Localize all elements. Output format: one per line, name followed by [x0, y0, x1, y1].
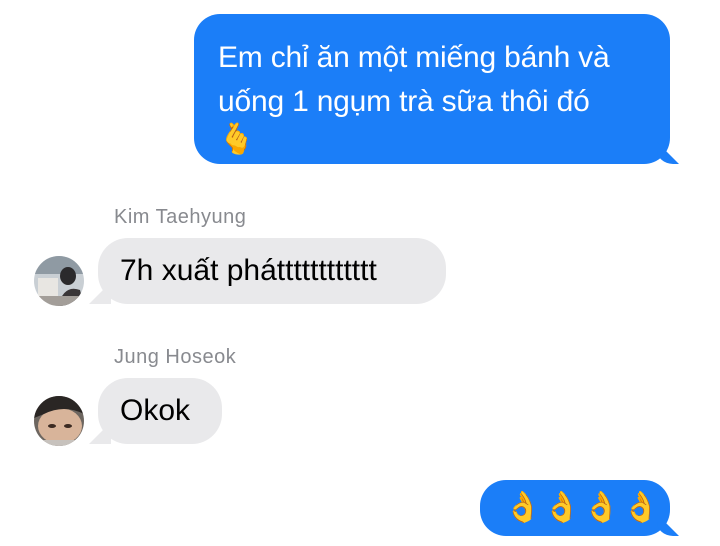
sender-name: Kim Taehyung	[114, 206, 247, 228]
ok-hand-icon: 👌👌👌👌	[504, 490, 662, 525]
bubble-tail	[657, 514, 679, 536]
bubble-tail	[657, 142, 679, 164]
message-text: Okok	[120, 394, 191, 427]
outgoing-emoji-bubble[interactable]: 👌👌👌👌	[480, 480, 679, 536]
finger-heart-icon: 🫰	[218, 122, 256, 157]
message-text: Em chỉ ăn một miếng bánh và uống 1 ngụm …	[218, 41, 610, 118]
sender-name: Jung Hoseok	[114, 346, 237, 368]
message-text: 7h xuất phátttttttttttt	[120, 254, 377, 287]
incoming-message-bubble[interactable]: Okok	[89, 378, 222, 444]
avatar-jung-hoseok[interactable]	[34, 396, 84, 446]
bubble-tail	[89, 282, 111, 304]
incoming-message-bubble[interactable]: 7h xuất phátttttttttttt	[89, 238, 446, 304]
bubble-tail	[89, 422, 111, 444]
avatar-kim-taehyung[interactable]	[34, 256, 84, 306]
outgoing-message-bubble[interactable]: Em chỉ ăn một miếng bánh và uống 1 ngụm …	[194, 14, 679, 164]
